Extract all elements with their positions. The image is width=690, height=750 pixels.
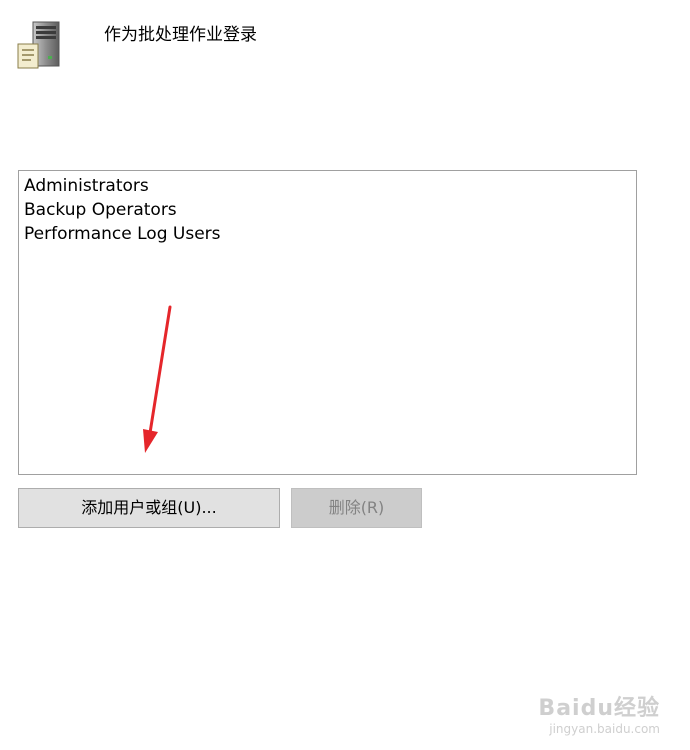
red-arrow-icon bbox=[130, 305, 180, 460]
list-item[interactable]: Administrators bbox=[24, 174, 636, 198]
baidu-watermark: Baidu经验 jingyan.baidu.com bbox=[538, 696, 660, 736]
server-policy-icon bbox=[14, 20, 64, 70]
watermark-url: jingyan.baidu.com bbox=[549, 722, 660, 736]
list-item[interactable]: Backup Operators bbox=[24, 198, 636, 222]
policy-title: 作为批处理作业登录 bbox=[104, 25, 257, 45]
remove-button: 删除(R) bbox=[291, 488, 422, 528]
add-user-or-group-button[interactable]: 添加用户或组(U)... bbox=[18, 488, 280, 528]
list-item[interactable]: Performance Log Users bbox=[24, 222, 636, 246]
members-listbox[interactable]: Administrators Backup Operators Performa… bbox=[18, 170, 637, 475]
watermark-brand: Baidu经验 bbox=[538, 696, 660, 721]
